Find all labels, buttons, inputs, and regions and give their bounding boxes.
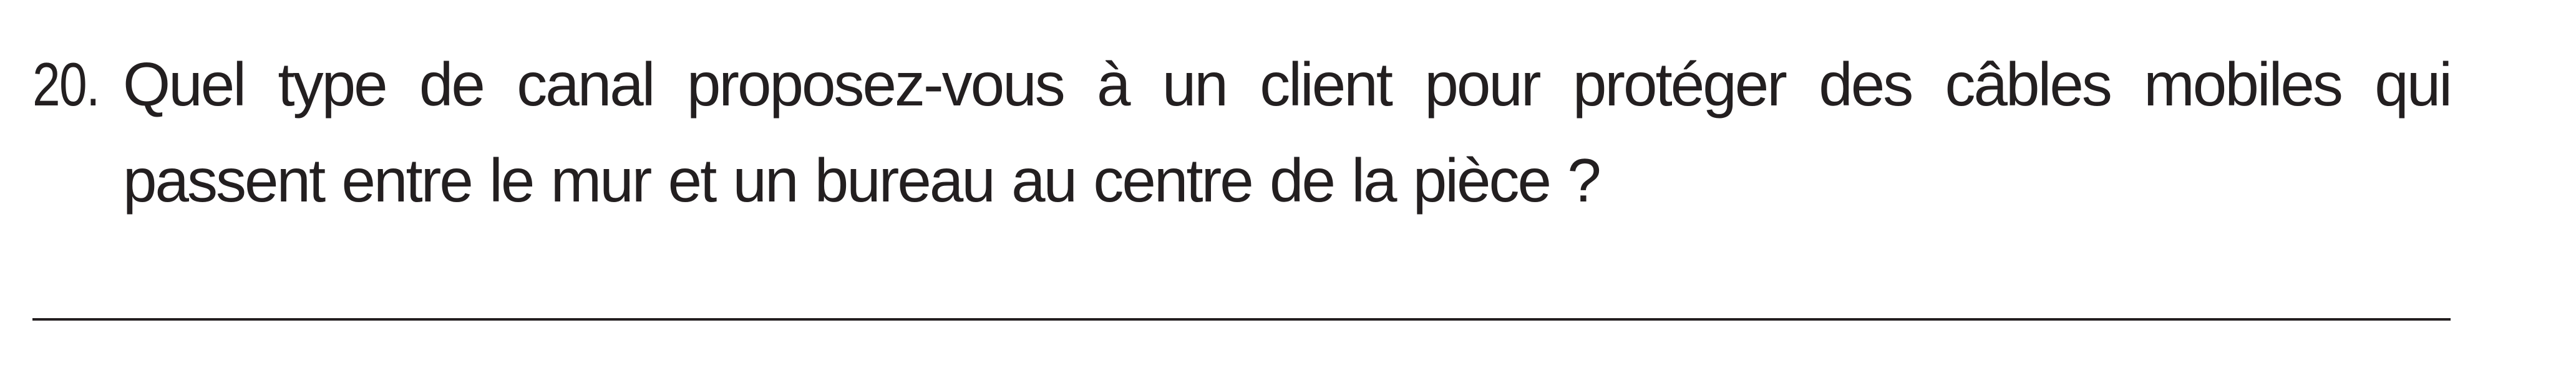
answer-line[interactable] [32,318,2451,321]
question-text-block: Quel type de canal proposez-vous à un cl… [123,36,2452,228]
question-20: 20. Quel type de canal proposez-vous à u… [32,36,2452,228]
question-text: Quel type de canal proposez-vous à un cl… [123,50,2452,215]
question-number: 20. [32,50,100,119]
